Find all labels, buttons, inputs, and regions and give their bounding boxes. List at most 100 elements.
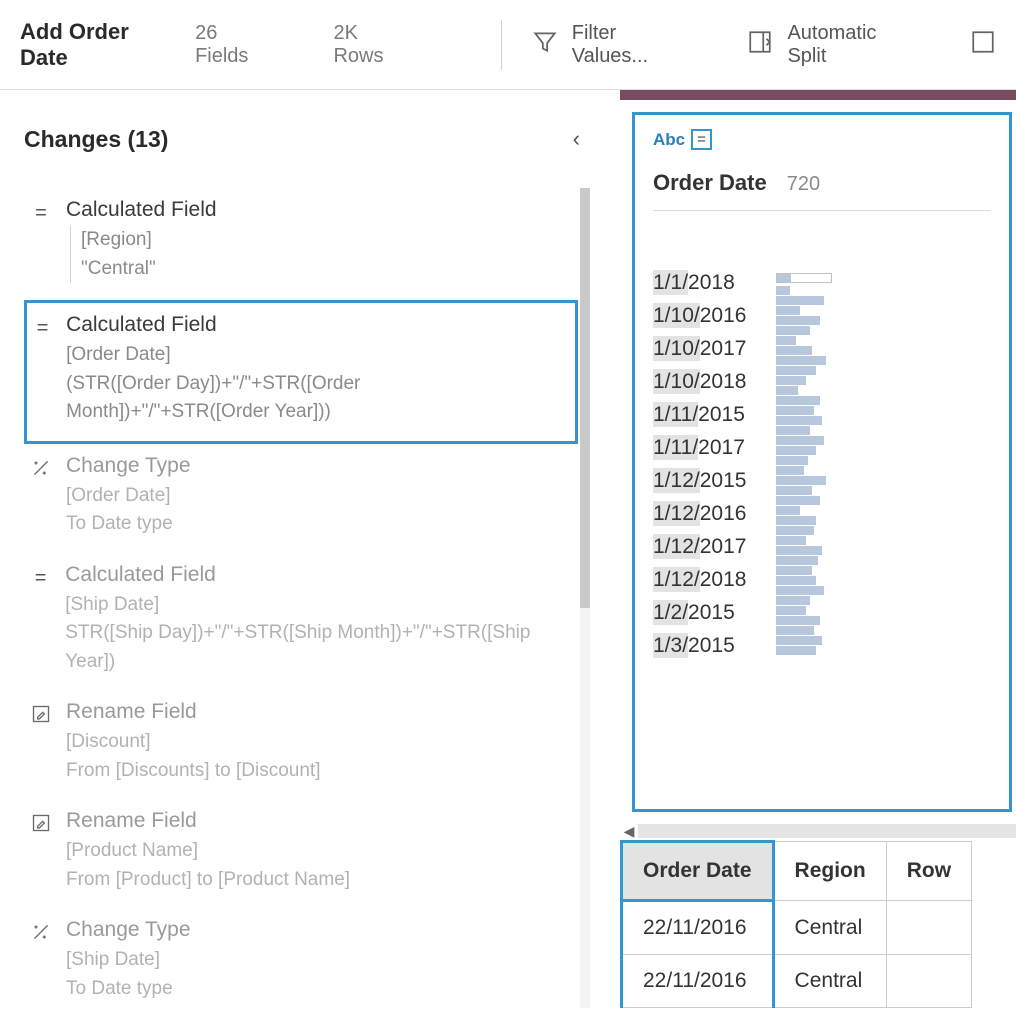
histogram-bar[interactable] — [776, 366, 816, 375]
change-title: Calculated Field — [66, 198, 217, 222]
table-row[interactable]: 22/11/2016Central — [622, 955, 972, 1008]
change-item[interactable]: Rename Field[Product Name]From [Product]… — [24, 799, 578, 908]
profile-value-list[interactable]: 1/1/2018 1/10/2016 1/10/2017 1/10/2018 1/11/… — [653, 271, 746, 658]
profile-value[interactable]: 1/10/2018 — [653, 370, 746, 394]
histogram-bar[interactable] — [776, 606, 806, 615]
histogram-bar[interactable] — [776, 496, 820, 505]
grid-header[interactable]: Region — [773, 842, 886, 901]
histogram-bar[interactable] — [776, 626, 814, 635]
histogram-bar[interactable] — [776, 296, 824, 305]
profile-value[interactable]: 1/11/2017 — [653, 436, 746, 460]
field-name[interactable]: Order Date — [653, 170, 767, 196]
histogram-bar[interactable] — [776, 586, 824, 595]
histogram-bar[interactable] — [776, 636, 822, 645]
grid-header[interactable]: Order Date — [622, 842, 774, 901]
histogram-bar[interactable] — [776, 356, 826, 365]
filter-values-label: Filter Values... — [572, 22, 693, 68]
change-item[interactable]: =Calculated Field[Region]"Central" — [24, 188, 578, 300]
profile-value[interactable]: 1/11/2015 — [653, 403, 746, 427]
grid-horizontal-scrollbar[interactable]: ◀ — [620, 822, 1016, 840]
changes-panel: Changes (13) ‹ =Calculated Field[Region]… — [0, 90, 620, 1024]
histogram-bar[interactable] — [776, 436, 824, 445]
histogram-bar[interactable] — [776, 506, 800, 515]
grid-cell[interactable] — [886, 901, 971, 955]
histogram-bar[interactable] — [776, 316, 820, 325]
histogram-bar[interactable] — [776, 646, 816, 655]
histogram-bar[interactable] — [776, 416, 822, 425]
grid-cell[interactable]: 22/11/2016 — [622, 901, 774, 955]
edit-icon — [28, 809, 54, 894]
histogram-bar[interactable] — [776, 396, 820, 405]
histogram-bar[interactable] — [776, 516, 816, 525]
profile-value[interactable]: 1/2/2015 — [653, 601, 746, 625]
histogram-bar[interactable] — [776, 546, 822, 555]
scroll-left-arrow-icon[interactable]: ◀ — [620, 823, 638, 840]
histogram-bar[interactable] — [776, 466, 804, 475]
edit-icon — [28, 700, 54, 785]
grid-cell[interactable]: 22/11/2016 — [622, 955, 774, 1008]
histogram-bar[interactable] — [776, 326, 810, 335]
change-field: [Discount] — [66, 728, 320, 757]
histogram-bar[interactable] — [776, 616, 820, 625]
collapse-changes-button[interactable]: ‹ — [563, 120, 590, 158]
additional-button[interactable] — [970, 29, 996, 61]
accent-bar — [620, 90, 1016, 100]
data-grid[interactable]: Order DateRegionRow22/11/2016Central22/1… — [620, 840, 972, 1008]
profile-value[interactable]: 1/3/2015 — [653, 634, 746, 658]
histogram-selected-bar[interactable] — [776, 273, 832, 283]
table-row[interactable]: 22/11/2016Central — [622, 901, 972, 955]
automatic-split-button[interactable]: Automatic Split — [747, 22, 915, 68]
histogram-bar[interactable] — [776, 476, 826, 485]
histogram-bar[interactable] — [776, 306, 800, 315]
changes-scrollbar-track[interactable] — [580, 188, 590, 1008]
histogram-bar[interactable] — [776, 386, 798, 395]
change-item[interactable]: Change Type[Ship Date]To Date type — [24, 908, 578, 1008]
histogram-bar[interactable] — [776, 556, 818, 565]
fields-count: 26 Fields — [195, 22, 333, 68]
changes-scrollbar-thumb[interactable] — [580, 188, 590, 608]
histogram-bar[interactable] — [776, 576, 816, 585]
histogram-bar[interactable] — [776, 286, 790, 295]
change-title: Change Type — [66, 454, 191, 478]
profile-value[interactable]: 1/12/2018 — [653, 568, 746, 592]
grid-cell[interactable] — [886, 955, 971, 1008]
profile-histogram[interactable] — [776, 271, 832, 658]
change-item[interactable]: Rename Field [Discount]From [Discounts] t… — [24, 690, 578, 799]
grid-cell[interactable]: Central — [773, 955, 886, 1008]
profile-value[interactable]: 1/12/2017 — [653, 535, 746, 559]
profile-value[interactable]: 1/12/2015 — [653, 469, 746, 493]
histogram-bar[interactable] — [776, 376, 806, 385]
histogram-bar[interactable] — [776, 336, 796, 345]
wand-icon — [28, 918, 54, 1003]
profile-value[interactable]: 1/10/2016 — [653, 304, 746, 328]
distinct-count: 720 — [787, 173, 820, 196]
histogram-bar[interactable] — [776, 456, 808, 465]
histogram-bar[interactable] — [776, 526, 814, 535]
change-detail: From [Discounts] to [Discount] — [66, 757, 320, 786]
profile-value[interactable]: 1/12/2016 — [653, 502, 746, 526]
change-title: Rename Field — [66, 809, 350, 833]
histogram-bar[interactable] — [776, 536, 806, 545]
histogram-bar[interactable] — [776, 486, 812, 495]
histogram-bar[interactable] — [776, 446, 816, 455]
histogram-bar[interactable] — [776, 406, 814, 415]
filter-values-button[interactable]: Filter Values... — [532, 22, 693, 68]
grid-cell[interactable]: Central — [773, 901, 886, 955]
change-detail: From [Product] to [Product Name] — [66, 866, 350, 895]
change-title: Rename Field — [66, 700, 320, 724]
profile-value[interactable]: 1/1/2018 — [653, 271, 746, 295]
change-item[interactable]: =Calculated Field[Ship Date]STR([Ship Da… — [24, 553, 578, 691]
histogram-bar[interactable] — [776, 566, 812, 575]
field-type-badge[interactable]: Abc = — [653, 129, 712, 150]
change-item[interactable]: Change Type[Order Date]To Date type — [24, 444, 578, 553]
histogram-bar[interactable] — [776, 426, 810, 435]
string-type-icon: Abc — [653, 130, 685, 150]
calculated-indicator-icon: = — [691, 129, 712, 150]
field-profile-card[interactable]: Abc = Order Date 720 1/1/20181/10/20161/… — [632, 112, 1012, 812]
grid-header[interactable]: Row — [886, 842, 971, 901]
toolbar-separator — [501, 20, 502, 70]
histogram-bar[interactable] — [776, 346, 812, 355]
histogram-bar[interactable] — [776, 596, 810, 605]
change-item[interactable]: =Calculated Field[Order Date](STR([Order… — [24, 300, 578, 444]
profile-value[interactable]: 1/10/2017 — [653, 337, 746, 361]
